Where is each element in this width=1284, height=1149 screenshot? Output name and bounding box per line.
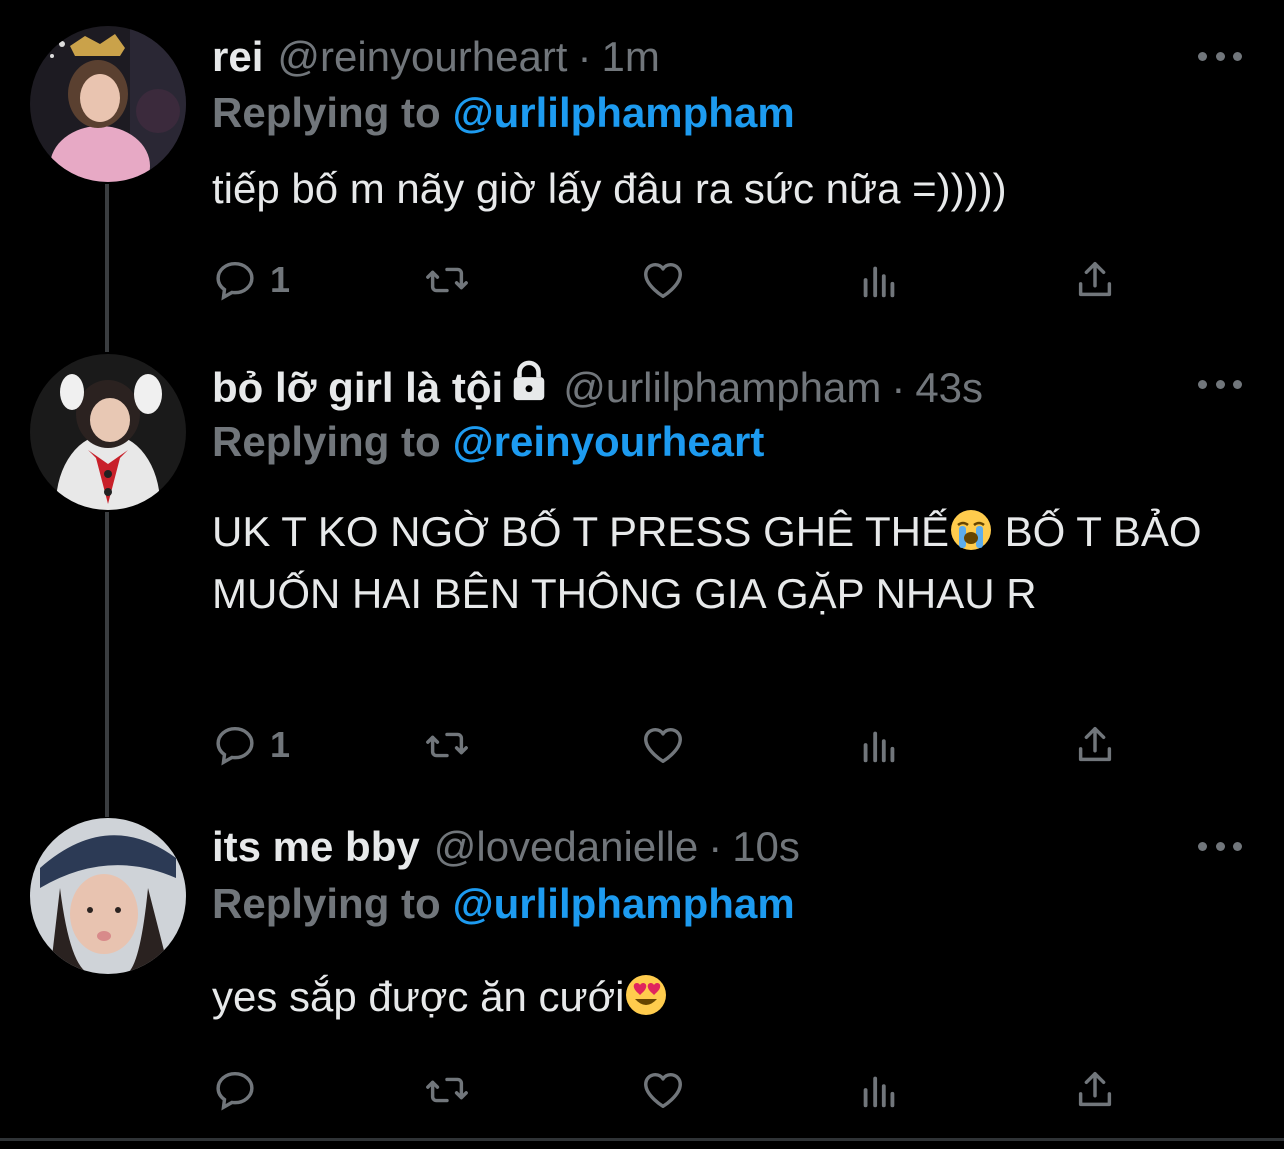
like-icon <box>644 727 682 764</box>
replying-label: Replying to <box>212 880 441 927</box>
action-bar: 1 <box>212 720 1132 770</box>
display-name[interactable]: its me bby <box>212 822 420 872</box>
action-bar <box>212 1065 1132 1115</box>
like-icon <box>644 262 682 299</box>
timestamp[interactable]: 10s <box>732 822 800 872</box>
like-button[interactable] <box>640 255 686 305</box>
divider <box>0 1138 1284 1141</box>
views-button[interactable] <box>856 1065 902 1115</box>
tweet-text-part1: UK T KO NGỜ BỐ T PRESS GHÊ THẾ <box>212 508 949 555</box>
more-icon[interactable] <box>1198 46 1242 66</box>
mention-link[interactable]: @urlilphampham <box>453 880 795 927</box>
share-button[interactable] <box>1072 255 1118 305</box>
reply-icon <box>216 726 254 766</box>
replying-label: Replying to <box>212 89 441 136</box>
separator-dot: · <box>708 823 723 870</box>
views-icon <box>863 731 895 763</box>
tweet-text: yes sắp được ăn cưới <box>212 966 1242 1028</box>
reply-button[interactable]: 1 <box>212 255 290 305</box>
share-icon <box>1078 726 1112 762</box>
tweet[interactable]: rei @reinyourheart · 1m Replying to @urli… <box>0 0 1284 330</box>
tweet[interactable]: its me bby @lovedanielle · 10s Replying … <box>0 800 1284 1138</box>
tweet-header: bỏ lỡ girl là tội @urlilphampham · 43s <box>212 360 983 413</box>
views-button[interactable] <box>856 720 902 770</box>
like-icon <box>644 1072 682 1109</box>
timestamp[interactable]: 43s <box>915 363 983 413</box>
replying-to: Replying to @reinyourheart <box>212 417 764 467</box>
replying-to: Replying to @urlilphampham <box>212 88 795 138</box>
user-handle[interactable]: @reinyourheart <box>277 32 567 82</box>
display-name[interactable]: bỏ lỡ girl là tội <box>212 363 503 413</box>
retweet-button[interactable] <box>424 720 470 770</box>
more-icon[interactable] <box>1198 374 1242 394</box>
share-icon <box>1078 1071 1112 1107</box>
avatar[interactable] <box>30 354 186 510</box>
share-button[interactable] <box>1072 1065 1118 1115</box>
retweet-icon <box>426 1077 468 1103</box>
reply-count: 1 <box>270 259 291 300</box>
views-icon <box>863 266 895 298</box>
reply-count: 1 <box>270 724 291 765</box>
reply-button[interactable]: 1 <box>212 720 290 770</box>
replying-to: Replying to @urlilphampham <box>212 879 795 929</box>
display-name[interactable]: rei <box>212 32 263 82</box>
tweet[interactable]: bỏ lỡ girl là tội @urlilphampham · 43s R… <box>0 330 1284 800</box>
like-button[interactable] <box>640 720 686 770</box>
heart-eyes-emoji <box>624 972 668 1016</box>
separator-dot: · <box>891 364 906 411</box>
tweet-text: tiếp bố m nãy giờ lấy đâu ra sức nữa =))… <box>212 165 1007 212</box>
like-button[interactable] <box>640 1065 686 1115</box>
reply-button[interactable] <box>212 1065 270 1115</box>
share-button[interactable] <box>1072 720 1118 770</box>
views-icon <box>863 1076 895 1108</box>
tweet-text: UK T KO NGỜ BỐ T PRESS GHÊ THẾ BỐ T BẢO … <box>212 501 1242 625</box>
reply-icon <box>216 1071 254 1111</box>
retweet-icon <box>426 732 468 758</box>
tweet-header: its me bby @lovedanielle · 10s <box>212 822 800 872</box>
retweet-button[interactable] <box>424 255 470 305</box>
reply-icon <box>216 261 254 301</box>
avatar[interactable] <box>30 818 186 974</box>
share-icon <box>1078 261 1112 297</box>
tweet-header: rei @reinyourheart · 1m <box>212 32 660 82</box>
tweet-text-content: yes sắp được ăn cưới <box>212 973 625 1020</box>
loudly-crying-face-emoji <box>949 507 993 551</box>
retweet-button[interactable] <box>424 1065 470 1115</box>
mention-link[interactable]: @urlilphampham <box>453 89 795 136</box>
views-button[interactable] <box>856 255 902 305</box>
action-bar: 1 <box>212 255 1132 305</box>
lock-icon <box>509 360 549 413</box>
avatar[interactable] <box>30 26 186 182</box>
user-handle[interactable]: @lovedanielle <box>434 822 698 872</box>
more-icon[interactable] <box>1198 836 1242 856</box>
timestamp[interactable]: 1m <box>601 32 659 82</box>
user-handle[interactable]: @urlilphampham <box>563 363 881 413</box>
mention-link[interactable]: @reinyourheart <box>453 418 765 465</box>
retweet-icon <box>426 267 468 293</box>
separator-dot: · <box>577 33 592 80</box>
replying-label: Replying to <box>212 418 441 465</box>
